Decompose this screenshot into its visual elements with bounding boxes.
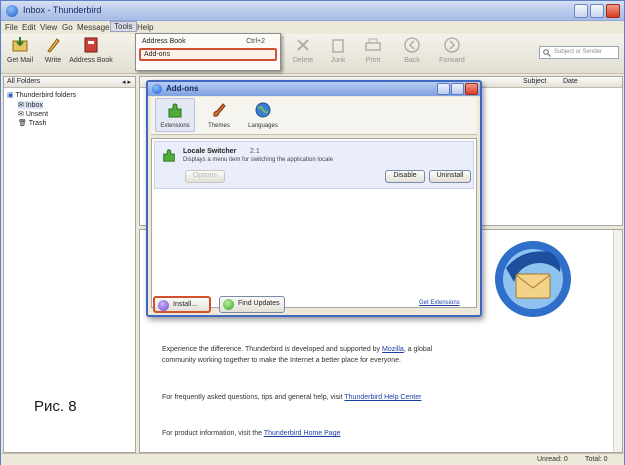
inbox-icon: ✉ (18, 102, 24, 109)
puzzle-icon (168, 103, 182, 118)
title-bar: Inbox - Thunderbird (1, 1, 624, 21)
menu-help[interactable]: Help (137, 23, 153, 32)
thunderbird-app-icon (6, 5, 18, 17)
uninstall-button[interactable]: Uninstall (429, 170, 471, 183)
menu-view[interactable]: View (40, 23, 57, 32)
folder-inbox[interactable]: ✉ Inbox (18, 101, 43, 109)
unsent-icon: ✉ (18, 111, 24, 118)
addon-name: Locale Switcher (183, 148, 237, 155)
main-toolbar: Get Mail Write Address Book Delete Junk … (1, 34, 624, 74)
total-count: Total: 0 (585, 456, 608, 463)
addons-dialog: Add-ons Extensions Themes Languages Loca… (146, 80, 482, 317)
tab-extensions[interactable]: Extensions (155, 98, 195, 132)
forward-button[interactable]: Forward (435, 36, 469, 64)
search-input[interactable]: Subject or Sender (539, 46, 619, 59)
menu-item-add-ons[interactable]: Add-ons (139, 48, 277, 61)
write-button[interactable]: Write (41, 36, 65, 64)
home-page-link[interactable]: Thunderbird Home Page (264, 430, 341, 437)
options-button[interactable]: Options (185, 170, 225, 183)
search-icon (543, 49, 551, 57)
status-bar: Unread: 0 Total: 0 (1, 453, 624, 465)
start-paragraph-3: For product information, visit the Thund… (162, 430, 341, 437)
dialog-maximize-icon[interactable] (451, 83, 464, 95)
menu-go[interactable]: Go (62, 23, 73, 32)
chevron-right-icon[interactable]: ◂ ▸ (122, 78, 131, 86)
minimize-icon[interactable] (574, 4, 588, 18)
extension-icon (163, 149, 175, 162)
addons-dialog-footer: Install... Find Updates Get Extensions (151, 296, 477, 316)
menu-message[interactable]: Message (77, 23, 109, 32)
addon-item-locale-switcher[interactable]: Locale Switcher 2.1 Displays a menu item… (154, 141, 474, 189)
disable-button[interactable]: Disable (385, 170, 425, 183)
column-date[interactable]: Date (560, 77, 581, 88)
tab-themes[interactable]: Themes (199, 99, 239, 129)
folder-pane-header[interactable]: All Folders ◂ ▸ (4, 77, 135, 88)
delete-icon (297, 39, 309, 51)
folder-trash[interactable]: 🗑 Trash (18, 119, 46, 127)
delete-button[interactable]: Delete (291, 36, 315, 64)
mozilla-link[interactable]: Mozilla (382, 346, 404, 353)
find-updates-button[interactable]: Find Updates (219, 296, 285, 313)
thunderbird-logo (495, 241, 571, 317)
addon-list: Locale Switcher 2.1 Displays a menu item… (151, 138, 477, 308)
get-mail-button[interactable]: Get Mail (5, 36, 35, 64)
figure-caption: Рис. 8 (34, 398, 77, 415)
maximize-icon[interactable] (590, 4, 604, 18)
back-arrow-icon (404, 37, 420, 53)
folder-unsent[interactable]: ✉ Unsent (18, 110, 48, 118)
column-subject[interactable]: Subject (520, 77, 549, 88)
account-icon: ▣ (7, 92, 14, 99)
tab-languages[interactable]: Languages (243, 99, 283, 129)
dialog-close-icon[interactable] (465, 83, 478, 95)
start-paragraph-2: For frequently asked questions, tips and… (162, 394, 422, 401)
folder-account[interactable]: ▣ Thunderbird folders (7, 91, 76, 99)
globe-icon (255, 102, 271, 118)
menu-file[interactable]: File (5, 23, 18, 32)
write-icon (47, 38, 60, 53)
addons-dialog-titlebar: Add-ons (148, 82, 480, 96)
junk-icon (332, 39, 344, 53)
window-title: Inbox - Thunderbird (23, 5, 102, 15)
help-center-link[interactable]: Thunderbird Help Center (344, 394, 421, 401)
addon-version: 2.1 (250, 148, 260, 155)
menu-item-address-book[interactable]: Address Book Ctrl+2 (139, 37, 277, 47)
addons-tabs: Extensions Themes Languages (151, 97, 477, 135)
install-button[interactable]: Install... (153, 296, 211, 313)
address-book-icon (84, 37, 98, 53)
install-icon (158, 300, 169, 311)
dialog-minimize-icon[interactable] (437, 83, 450, 95)
menu-bar: File Edit View Go Message Tools Help (1, 21, 624, 34)
print-icon (365, 38, 381, 51)
start-paragraph-1: Experience the difference. Thunderbird i… (162, 346, 433, 364)
tools-menu: Address Book Ctrl+2 Add-ons (135, 33, 281, 71)
junk-button[interactable]: Junk (327, 36, 349, 64)
print-button[interactable]: Print (359, 36, 387, 64)
unread-count: Unread: 0 (537, 456, 568, 463)
get-extensions-link[interactable]: Get Extensions (419, 300, 460, 306)
forward-arrow-icon (444, 37, 460, 53)
close-icon[interactable] (606, 4, 620, 18)
back-button[interactable]: Back (397, 36, 427, 64)
menu-edit[interactable]: Edit (22, 23, 36, 32)
get-mail-icon (12, 37, 28, 52)
address-book-button[interactable]: Address Book (69, 36, 113, 64)
menu-tools[interactable]: Tools (110, 21, 137, 32)
folder-pane: All Folders ◂ ▸ ▣ Thunderbird folders ✉ … (3, 76, 136, 453)
addons-app-icon (152, 84, 162, 94)
update-icon (223, 299, 234, 310)
start-page-scrollbar[interactable] (613, 230, 622, 452)
brush-icon (213, 103, 226, 117)
addon-description: Displays a menu item for switching the a… (183, 157, 334, 163)
trash-icon: 🗑 (18, 120, 27, 127)
